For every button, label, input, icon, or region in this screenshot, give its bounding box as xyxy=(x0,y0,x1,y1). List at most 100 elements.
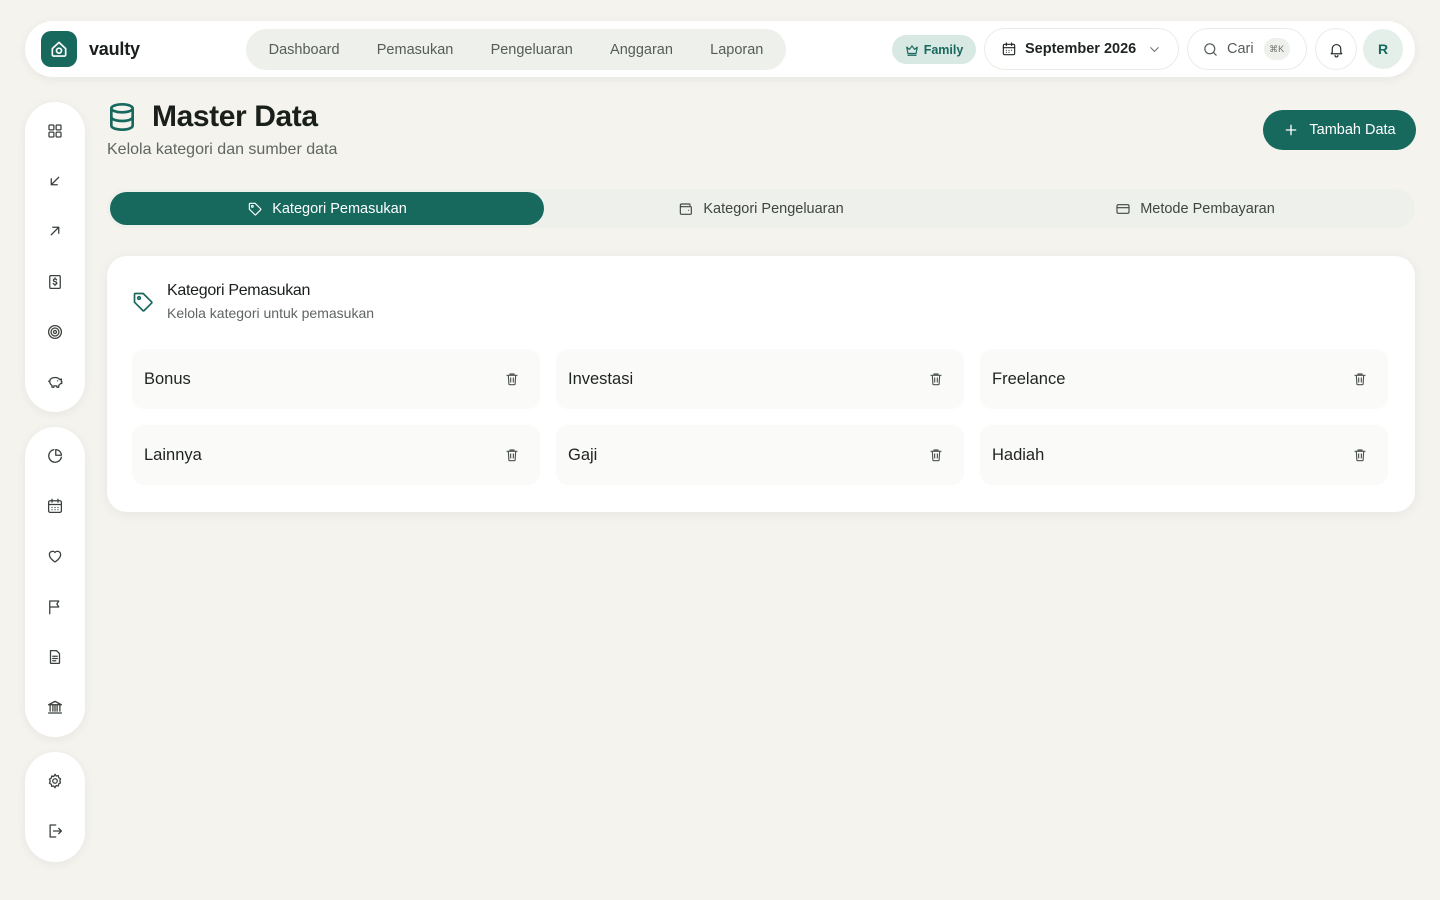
sidebar-item-savings[interactable] xyxy=(35,362,75,402)
tab-kategori-pengeluaran[interactable]: Kategori Pengeluaran xyxy=(544,192,978,225)
logout-icon xyxy=(49,824,63,838)
add-data-button-label: Tambah Data xyxy=(1309,122,1396,138)
page-title: Master Data xyxy=(152,100,318,133)
chevron-down-icon xyxy=(1150,46,1159,52)
category-name: Hadiah xyxy=(992,445,1045,464)
receipt-dollar-icon xyxy=(49,274,61,290)
nav-dashboard[interactable]: Dashboard xyxy=(259,34,350,66)
notifications-button[interactable] xyxy=(1315,28,1357,70)
tag-icon xyxy=(248,202,262,215)
trash-icon xyxy=(930,373,942,386)
database-icon xyxy=(110,103,134,131)
sidebar-item-logout[interactable] xyxy=(35,811,75,851)
brand-name: vaulty xyxy=(89,38,140,59)
sidebar-item-wishlist[interactable] xyxy=(35,536,75,576)
category-item: Lainnya xyxy=(132,425,540,485)
search-button[interactable]: Cari ⌘K xyxy=(1187,28,1307,70)
add-data-button[interactable]: Tambah Data xyxy=(1263,110,1416,150)
search-shortcut: ⌘K xyxy=(1263,38,1290,60)
trash-icon xyxy=(1354,373,1366,386)
category-item: Freelance xyxy=(980,349,1388,409)
tab-kategori-pemasukan[interactable]: Kategori Pemasukan xyxy=(110,192,544,225)
arrow-up-right-icon xyxy=(50,226,60,236)
sidebar-group-account xyxy=(25,752,85,862)
category-item: Investasi xyxy=(556,349,964,409)
nav-anggaran[interactable]: Anggaran xyxy=(600,34,683,66)
sidebar-item-settings[interactable] xyxy=(35,761,75,801)
crown-icon xyxy=(905,44,918,56)
sidebar-item-goals[interactable] xyxy=(35,312,75,352)
category-item: Hadiah xyxy=(980,425,1388,485)
category-item: Gaji xyxy=(556,425,964,485)
pie-chart-icon xyxy=(48,448,63,463)
tab-label: Metode Pembayaran xyxy=(1140,200,1275,217)
grid-icon xyxy=(48,124,62,138)
nav-pengeluaran[interactable]: Pengeluaran xyxy=(481,34,583,66)
delete-button[interactable] xyxy=(496,363,528,395)
plus-icon xyxy=(1286,124,1297,136)
search-icon xyxy=(1204,42,1217,56)
vault-logo-icon xyxy=(41,31,77,67)
category-name: Freelance xyxy=(992,369,1066,388)
tab-label: Kategori Pengeluaran xyxy=(703,200,844,217)
sidebar-item-calendar[interactable] xyxy=(35,486,75,526)
main-nav: Dashboard Pemasukan Pengeluaran Anggaran… xyxy=(246,29,786,70)
card-subtitle: Kelola kategori untuk pemasukan xyxy=(167,305,375,321)
month-selector-value: September 2026 xyxy=(1025,41,1137,57)
sidebar-item-documents[interactable] xyxy=(35,637,75,677)
category-name: Gaji xyxy=(568,445,598,464)
sidebar-item-accounts[interactable] xyxy=(35,687,75,727)
nav-laporan[interactable]: Laporan xyxy=(700,34,773,66)
tab-metode-pembayaran[interactable]: Metode Pembayaran xyxy=(978,192,1412,225)
avatar[interactable]: R xyxy=(1363,29,1403,69)
delete-button[interactable] xyxy=(1344,363,1376,395)
sidebar-item-expense[interactable] xyxy=(35,211,75,251)
tag-icon xyxy=(133,292,153,312)
heart-icon xyxy=(48,550,62,563)
category-name: Bonus xyxy=(144,369,191,388)
bell-icon xyxy=(1330,43,1342,57)
plan-badge-label: Family xyxy=(923,42,964,57)
category-name: Lainnya xyxy=(144,445,202,464)
calendar-icon xyxy=(47,498,63,514)
plan-badge: Family xyxy=(892,35,976,64)
credit-card-icon xyxy=(1116,203,1130,214)
page-subtitle: Kelola kategori dan sumber data xyxy=(107,141,338,158)
tab-label: Kategori Pemasukan xyxy=(272,200,407,217)
master-data-tabs: Kategori Pemasukan Kategori Pengeluaran … xyxy=(107,189,1415,228)
trash-icon xyxy=(506,373,518,386)
brand[interactable]: vaulty xyxy=(41,31,140,67)
trash-icon xyxy=(1354,449,1366,462)
wallet-icon xyxy=(680,202,693,215)
flag-icon xyxy=(49,600,60,615)
sidebar-item-dashboard[interactable] xyxy=(35,111,75,151)
settings-icon xyxy=(48,773,62,789)
search-label: Cari xyxy=(1227,41,1254,57)
page-header: Master Data xyxy=(106,100,318,134)
sidebar-group-tools xyxy=(25,427,85,737)
delete-button[interactable] xyxy=(920,439,952,471)
top-bar: vaulty Dashboard Pemasukan Pengeluaran A… xyxy=(25,21,1415,77)
calendar-icon xyxy=(1002,42,1016,56)
delete-button[interactable] xyxy=(920,363,952,395)
bank-icon xyxy=(47,700,63,714)
month-selector[interactable]: September 2026 xyxy=(984,28,1179,70)
card-title: Kategori Pemasukan xyxy=(167,282,311,299)
card-header: Kategori Pemasukan Kelola kategori untuk… xyxy=(131,282,374,321)
nav-pemasukan[interactable]: Pemasukan xyxy=(367,34,464,66)
arrow-down-left-icon xyxy=(50,176,60,186)
category-item: Bonus xyxy=(132,349,540,409)
trash-icon xyxy=(930,449,942,462)
sidebar-group-main xyxy=(25,102,85,412)
target-icon xyxy=(47,324,63,340)
sidebar-item-milestones[interactable] xyxy=(35,587,75,627)
trash-icon xyxy=(506,449,518,462)
document-icon xyxy=(49,649,61,665)
delete-button[interactable] xyxy=(1344,439,1376,471)
sidebar-item-income[interactable] xyxy=(35,161,75,201)
delete-button[interactable] xyxy=(496,439,528,471)
sidebar-item-reports[interactable] xyxy=(35,436,75,476)
sidebar-item-budget[interactable] xyxy=(35,262,75,302)
income-category-card: Kategori Pemasukan Kelola kategori untuk… xyxy=(107,256,1415,512)
piggy-bank-icon xyxy=(47,376,63,388)
